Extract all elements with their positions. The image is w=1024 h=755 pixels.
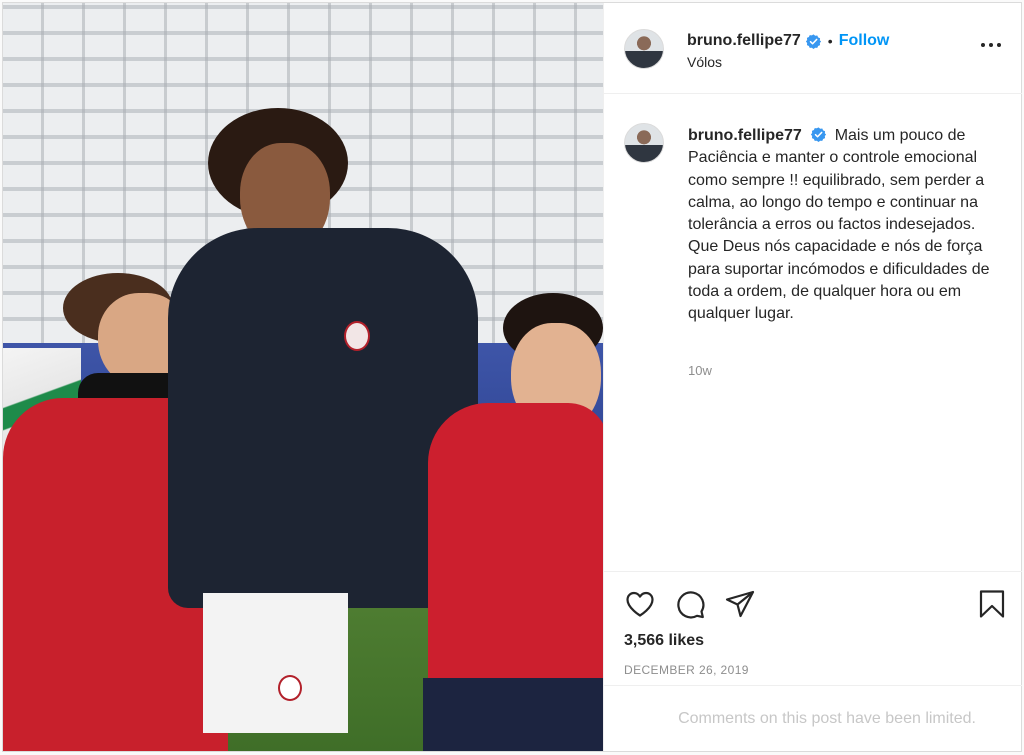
action-bar: 3,566 likes DECEMBER 26, 2019 — [604, 571, 1022, 685]
heart-icon[interactable] — [624, 588, 656, 620]
post-photo[interactable] — [3, 3, 603, 751]
bookmark-icon[interactable] — [976, 588, 1008, 620]
likes-count[interactable]: 3,566 likes — [624, 632, 704, 650]
post-caption: bruno.fellipe77 Mais um pouco de Paciênc… — [688, 125, 998, 326]
location-link[interactable]: Vólos — [687, 54, 722, 70]
caption-text: Mais um pouco de Paciência e manter o co… — [688, 127, 990, 323]
comments-limited-text: Comments on this post have been limited. — [678, 709, 976, 727]
follow-button[interactable]: Follow — [839, 32, 890, 50]
username-link[interactable]: bruno.fellipe77 — [687, 32, 801, 50]
caption-avatar[interactable] — [624, 123, 664, 163]
post-age[interactable]: 10w — [688, 363, 712, 378]
post-sidebar: bruno.fellipe77 • Follow Vólos bruno.fel… — [603, 3, 1022, 751]
post-header: bruno.fellipe77 • Follow Vólos — [604, 3, 1022, 94]
post-card: bruno.fellipe77 • Follow Vólos bruno.fel… — [2, 2, 1022, 752]
comments-limited-notice: Comments on this post have been limited. — [604, 685, 1022, 751]
comment-icon[interactable] — [674, 588, 706, 620]
verified-badge-icon — [805, 33, 821, 49]
share-icon[interactable] — [724, 588, 756, 620]
post-date: DECEMBER 26, 2019 — [624, 663, 749, 677]
caption-username[interactable]: bruno.fellipe77 — [688, 127, 802, 144]
header-user: bruno.fellipe77 • Follow — [687, 32, 889, 50]
separator-dot: • — [827, 33, 833, 49]
verified-badge-icon — [811, 127, 827, 142]
boy-right — [423, 293, 603, 751]
more-options-icon[interactable] — [980, 37, 1002, 53]
avatar[interactable] — [624, 29, 664, 69]
